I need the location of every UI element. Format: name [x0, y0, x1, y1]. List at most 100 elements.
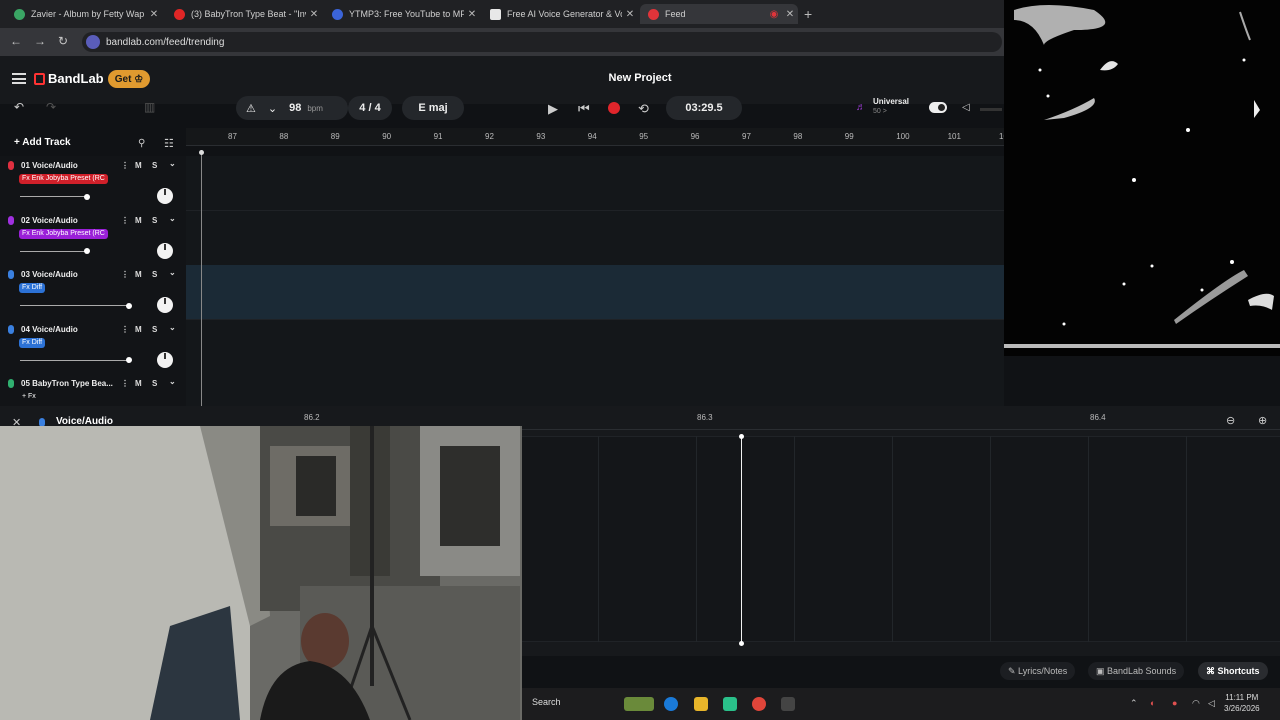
project-title[interactable]: New Project	[560, 72, 720, 84]
mute-button[interactable]: M	[135, 379, 142, 388]
track-lane[interactable]	[186, 156, 1004, 211]
autopitch-toggle[interactable]	[929, 102, 947, 113]
volume-slider[interactable]	[20, 357, 132, 364]
taskbar-clock[interactable]: 11:11 PM 3/26/2026	[1224, 692, 1260, 714]
track-name[interactable]: 05 BabyTron Type Bea...	[21, 379, 113, 388]
zoom-in-icon[interactable]: ⊕	[1258, 414, 1267, 427]
tray-app-icon[interactable]: ◐	[1150, 698, 1155, 708]
fx-chip[interactable]: Fx Diff	[19, 283, 46, 294]
lyrics-notes-button[interactable]: ✎ Lyrics/Notes	[1000, 662, 1076, 680]
zoom-out-icon[interactable]: ⊖	[1226, 414, 1235, 427]
fx-chip[interactable]: Fx Enk Jobyba Preset (RC	[19, 228, 108, 239]
editor-playhead[interactable]	[739, 434, 744, 646]
autopitch-preset[interactable]: Universal 50 >	[873, 97, 909, 117]
chevron-up-icon[interactable]: ⌃	[1130, 698, 1138, 709]
speaker-icon[interactable]: ◁	[1208, 698, 1215, 709]
app-icon[interactable]	[723, 697, 737, 711]
track-lane[interactable]	[186, 265, 1004, 321]
close-tab-icon[interactable]: ✕	[782, 9, 798, 20]
new-tab-button[interactable]: +	[804, 6, 812, 22]
record-button[interactable]	[608, 102, 620, 114]
track-lane[interactable]	[186, 210, 1004, 266]
obs-icon[interactable]	[781, 697, 795, 711]
track-menu-icon[interactable]: ⋮	[121, 325, 129, 334]
pan-knob[interactable]	[157, 188, 173, 204]
track-menu-icon[interactable]: ⋮	[121, 216, 129, 225]
solo-button[interactable]: S	[152, 379, 157, 388]
volume-icon[interactable]: ◁	[962, 102, 970, 113]
chevron-down-icon[interactable]: ⌄	[169, 214, 176, 223]
get-button[interactable]: Get ♔	[108, 70, 150, 88]
pan-knob[interactable]	[157, 351, 173, 368]
reload-icon[interactable]: ↻	[58, 34, 68, 48]
volume-slider[interactable]	[20, 193, 90, 200]
browser-tab-2[interactable]: (3) BabyTron Type Beat - "Invasi ✕	[166, 4, 322, 24]
mute-button[interactable]: M	[135, 216, 142, 225]
volume-handle[interactable]	[125, 302, 132, 309]
browser-tab-4[interactable]: Free AI Voice Generator & Voic ✕	[482, 4, 638, 24]
taskbar-search[interactable]: Search	[532, 697, 561, 707]
browser-tab-1[interactable]: Zavier - Album by Fetty Wap | S ✕	[6, 4, 162, 24]
solo-button[interactable]: S	[152, 325, 157, 334]
skip-back-icon[interactable]: ⏮	[578, 101, 590, 117]
pan-knob[interactable]	[157, 242, 173, 259]
solo-button[interactable]: S	[152, 270, 157, 279]
bandlab-logo[interactable]: BandLab	[34, 71, 104, 86]
metronome-icon[interactable]: ⚠	[246, 102, 256, 115]
track-name[interactable]: 01 Voice/Audio	[21, 161, 78, 170]
chevron-down-icon[interactable]: ⌄	[268, 102, 277, 115]
key-selector[interactable]: E maj	[402, 96, 464, 120]
autopitch-icon[interactable]: ♬	[856, 102, 866, 113]
add-track-button[interactable]: + Add Track	[14, 137, 71, 148]
time-signature[interactable]: 4 / 4	[348, 96, 392, 120]
chevron-down-icon[interactable]: ⌄	[169, 377, 176, 386]
tempo-control[interactable]: ⚠ ⌄ 98 bpm	[236, 96, 348, 120]
track-lane[interactable]	[186, 319, 1004, 375]
chevron-down-icon[interactable]: ⌄	[169, 268, 176, 277]
microphone-icon[interactable]: ●	[1172, 698, 1177, 708]
fx-chip[interactable]: + Fx	[19, 392, 39, 402]
volume-slider[interactable]	[20, 248, 90, 255]
url-field[interactable]: bandlab.com/feed/trending	[82, 32, 1002, 52]
track-menu-icon[interactable]: ⋮	[121, 379, 129, 388]
chrome-icon[interactable]	[752, 697, 766, 711]
wifi-icon[interactable]: ◠	[1192, 698, 1200, 709]
mixer-settings-icon[interactable]: ☷	[164, 137, 174, 150]
track-name[interactable]: 03 Voice/Audio	[21, 270, 78, 279]
play-icon[interactable]: ▶	[548, 101, 558, 117]
volume-handle[interactable]	[83, 248, 90, 255]
close-tab-icon[interactable]: ✕	[146, 9, 162, 20]
track-name[interactable]: 04 Voice/Audio	[21, 325, 78, 334]
track-menu-icon[interactable]: ⋮	[121, 161, 129, 170]
close-tab-icon[interactable]: ✕	[464, 9, 480, 20]
menu-icon[interactable]	[12, 73, 26, 84]
browser-tab-3[interactable]: YTMP3: Free YouTube to MP3 C ✕	[324, 4, 480, 24]
loop-icon[interactable]: ⟲	[638, 101, 649, 117]
fx-chip[interactable]: Fx Enk Jobyba Preset (RC	[19, 174, 108, 184]
mute-button[interactable]: M	[135, 325, 142, 334]
chevron-down-icon[interactable]: ⌄	[169, 323, 176, 332]
keyboard-icon[interactable]: ▥	[144, 100, 155, 114]
fx-chip[interactable]: Fx Diff	[19, 337, 46, 348]
master-volume-slider[interactable]	[980, 108, 1002, 111]
shortcuts-button[interactable]: ⌘ Shortcuts	[1198, 662, 1268, 680]
tempo-value[interactable]: 98	[289, 102, 301, 114]
close-tab-icon[interactable]: ✕	[306, 9, 322, 20]
weather-widget-icon[interactable]	[624, 697, 654, 711]
redo-icon[interactable]: ↷	[46, 100, 56, 114]
track-name[interactable]: 02 Voice/Audio	[21, 216, 78, 225]
solo-button[interactable]: S	[152, 161, 157, 170]
mute-button[interactable]: M	[135, 270, 142, 279]
solo-button[interactable]: S	[152, 216, 157, 225]
edge-icon[interactable]	[664, 697, 678, 711]
browser-tab-active[interactable]: Feed ◉ ✕	[640, 4, 798, 24]
back-icon[interactable]: ←	[10, 34, 22, 48]
mute-button[interactable]: M	[135, 161, 142, 170]
volume-slider[interactable]	[20, 302, 132, 309]
track-menu-icon[interactable]: ⋮	[121, 270, 129, 279]
playhead[interactable]	[199, 150, 204, 406]
volume-handle[interactable]	[83, 193, 90, 200]
bandlab-sounds-button[interactable]: ▣ BandLab Sounds	[1088, 662, 1185, 680]
chevron-down-icon[interactable]: ⌄	[169, 159, 176, 168]
tuner-icon[interactable]: ⚲	[138, 138, 145, 149]
